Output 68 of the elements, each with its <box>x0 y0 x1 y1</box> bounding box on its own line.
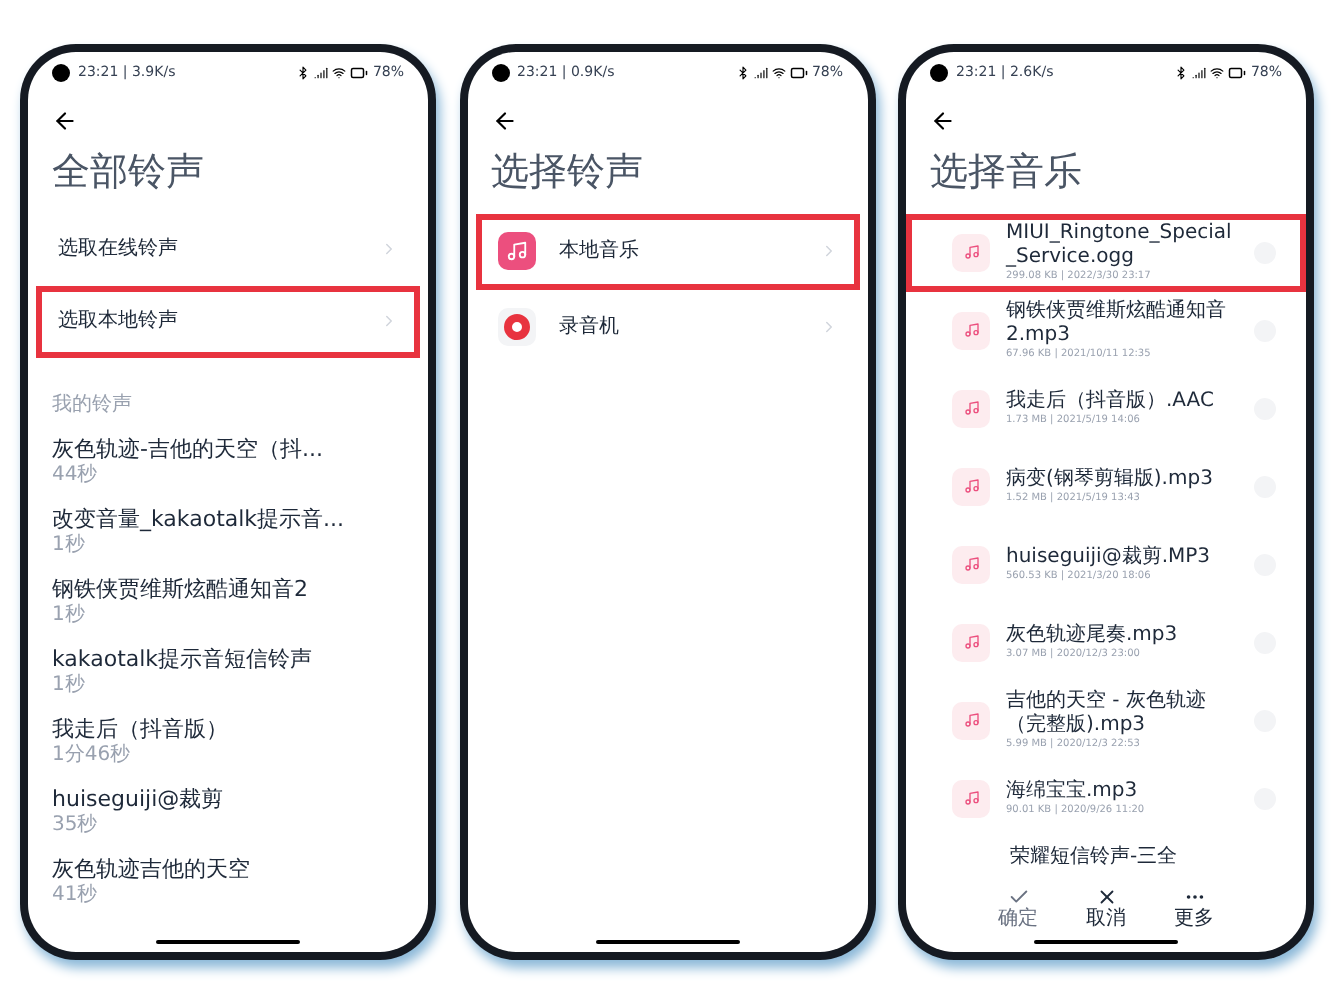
file-name: huiseguiji@裁剪.MP3 <box>1006 545 1213 569</box>
music-note-icon <box>952 701 990 740</box>
section-header: 我的铃声 <box>50 391 134 420</box>
ringtone-duration: 44秒 <box>52 463 100 489</box>
menu-item[interactable]: 选取本地铃声 <box>36 285 420 358</box>
menu-item[interactable]: 选取在线铃声 <box>36 213 420 286</box>
file-name: 海绵宝宝.mp3 <box>1006 779 1140 803</box>
bluetooth-icon <box>1174 65 1189 79</box>
ringtone-name[interactable]: 灰色轨迹-吉他的天空（抖... <box>52 436 404 464</box>
music-app-icon <box>497 232 535 271</box>
signal-icon <box>1192 65 1207 79</box>
bluetooth-icon <box>735 65 750 79</box>
file-name: 吉他的天空 - 灰色轨迹（完整版).mp3 <box>1006 689 1208 737</box>
wifi-icon <box>1210 65 1225 79</box>
file-name: MIUI_Ringtone_Special_Service.ogg <box>1006 221 1234 269</box>
chevron-icon <box>380 312 398 331</box>
page-title: 全部铃声 <box>50 148 206 198</box>
file-name: 钢铁侠贾维斯炫酷通知音2.mp3 <box>1006 299 1228 347</box>
file-name: 我走后（抖音版）.AAC <box>1006 389 1216 413</box>
ringtone-name[interactable]: kakaotalk提示音短信铃声 <box>52 646 404 674</box>
recorder-app-icon <box>497 308 535 347</box>
music-note-icon <box>952 233 990 272</box>
ringtone-duration: 1秒 <box>52 673 87 699</box>
chevron-icon <box>380 240 398 259</box>
back-icon[interactable] <box>930 108 956 134</box>
close-icon <box>1095 885 1117 908</box>
signal-icon <box>314 65 329 79</box>
camera-hole <box>52 63 70 81</box>
home-indicator <box>595 940 739 944</box>
home-indicator <box>1034 940 1178 944</box>
battery-icon <box>1228 63 1247 81</box>
battery-icon <box>789 63 808 81</box>
ringtone-name[interactable]: 改变音量_kakaotalk提示音... <box>52 506 404 534</box>
camera-hole <box>930 63 948 81</box>
ringtone-duration: 1秒 <box>52 603 87 629</box>
check-icon <box>1007 885 1029 908</box>
ringtone-duration: 41秒 <box>52 883 100 909</box>
music-note-icon <box>952 311 990 350</box>
ringtone-duration: 1秒 <box>52 533 87 559</box>
ringtone-name[interactable]: 我走后（抖音版） <box>52 716 404 744</box>
wifi-icon <box>771 65 786 79</box>
ringtone-duration: 35秒 <box>52 813 100 839</box>
file-name: 病变(钢琴剪辑版).mp3 <box>1006 467 1215 491</box>
action-button[interactable]: 取消 <box>1086 885 1126 933</box>
source-item[interactable]: 录音机 <box>475 289 859 366</box>
page-title: 选择铃声 <box>489 148 645 198</box>
music-note-icon <box>952 389 990 428</box>
signal-icon <box>753 65 768 79</box>
camera-hole <box>491 63 509 81</box>
source-item[interactable]: 本地音乐 <box>475 213 859 290</box>
ringtone-name[interactable]: 钢铁侠贾维斯炫酷通知音2 <box>52 576 404 604</box>
bluetooth-icon <box>296 65 311 79</box>
back-icon[interactable] <box>52 108 78 134</box>
music-note-icon <box>952 467 990 506</box>
music-note-icon <box>952 623 990 662</box>
home-indicator <box>156 940 300 944</box>
back-icon[interactable] <box>491 108 517 134</box>
ringtone-name[interactable]: 灰色轨迹吉他的天空 <box>52 856 404 884</box>
action-button[interactable]: 更多 <box>1174 885 1214 933</box>
wifi-icon <box>332 65 347 79</box>
battery-icon <box>350 63 369 81</box>
music-note-icon <box>952 779 990 818</box>
file-name: 荣耀短信铃声-三全 <box>1008 843 1180 870</box>
ringtone-name[interactable]: huiseguiji@裁剪 <box>52 786 404 814</box>
file-name: 灰色轨迹尾奏.mp3 <box>1006 623 1180 647</box>
ringtone-duration: 1分46秒 <box>52 743 133 769</box>
page-title: 选择音乐 <box>928 148 1084 198</box>
music-note-icon <box>952 545 990 584</box>
